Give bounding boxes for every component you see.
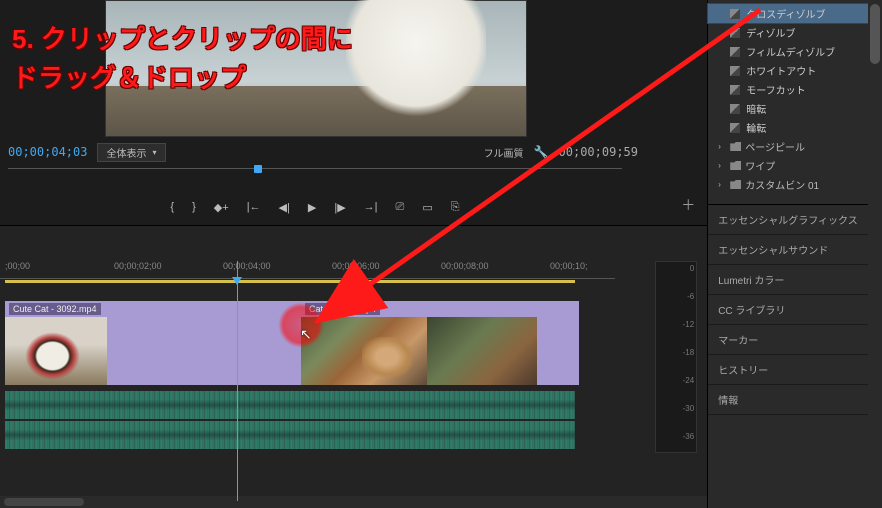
effect-item[interactable]: ホワイトアウト (708, 61, 882, 80)
audio-track-a2[interactable] (5, 421, 575, 449)
effect-item[interactable]: ディゾルブ (708, 23, 882, 42)
audio-waveform (5, 391, 575, 419)
effect-item[interactable]: 輪転 (708, 118, 882, 137)
ruler-mark: 00;00;08;00 (441, 261, 489, 271)
chevron-right-icon: › (718, 161, 726, 170)
effect-icon (730, 104, 740, 114)
effect-icon (730, 28, 740, 38)
mark-in-button[interactable]: { (170, 201, 174, 213)
folder-label: ワイプ (745, 158, 775, 173)
effect-label: ディゾルブ (746, 25, 795, 40)
ruler-mark: ;00;00 (5, 261, 30, 271)
effect-label: 輪転 (746, 120, 766, 135)
scrub-bar[interactable] (8, 168, 622, 181)
zoom-fit-dropdown[interactable]: 全体表示 (97, 143, 165, 162)
time-ruler[interactable]: ;00;00 00;00;02;00 00;00;04;00 00;00;06;00 0… (0, 261, 615, 279)
timecode-duration: 00;00;09;59 (559, 145, 638, 159)
ruler-mark: 00;00;02;00 (114, 261, 162, 271)
effect-folder[interactable]: › ページピール (708, 137, 882, 156)
effect-label: モーフカット (746, 82, 805, 97)
cursor-icon: ↖ (300, 326, 312, 343)
timecode-current[interactable]: 00;00;04;03 (8, 145, 87, 159)
add-marker-button[interactable]: ◆+ (214, 201, 229, 214)
level-tick: -24 (683, 376, 695, 385)
level-tick: -18 (683, 348, 695, 357)
folder-label: ページピール (745, 139, 805, 154)
export-frame-button[interactable]: ⎘ (451, 201, 460, 214)
panel-tab[interactable]: エッセンシャルグラフィックス (708, 205, 882, 235)
effect-folder[interactable]: › ワイプ (708, 156, 882, 175)
annotation-text: 5. クリップとクリップの間に ドラッグ＆ドロップ (12, 20, 353, 98)
timeline-playhead[interactable] (237, 261, 238, 501)
folder-icon (730, 161, 741, 170)
ruler-mark: 00;00;10; (550, 261, 588, 271)
lift-button[interactable]: ⎚ (396, 201, 405, 214)
clip-thumbnail (427, 317, 537, 385)
video-clip-2[interactable]: Cat - 32033.mp4 (301, 301, 579, 385)
effect-item[interactable]: フィルムディゾルブ (708, 42, 882, 61)
scrub-playhead[interactable] (254, 165, 262, 173)
step-back-button[interactable]: ◀| (279, 201, 290, 214)
button-editor-add[interactable]: ＋ (681, 195, 695, 215)
step-forward-button[interactable]: |▶ (334, 201, 345, 214)
panel-tab[interactable]: CC ライブラリ (708, 295, 882, 325)
level-tick: -6 (687, 292, 694, 301)
play-button[interactable]: ▶ (308, 201, 316, 214)
timeline-scrollbar-h[interactable] (0, 496, 707, 508)
level-tick: 0 (690, 264, 694, 273)
settings-icon[interactable]: 🔧 (534, 145, 549, 159)
goto-out-button[interactable]: →| (364, 201, 378, 213)
effect-icon (730, 66, 740, 76)
panel-tab[interactable]: エッセンシャルサウンド (708, 235, 882, 265)
folder-icon (730, 142, 741, 151)
transport-controls: { } ◆+ |← ◀| ▶ |▶ →| ⎚ ▭ ⎘ (0, 195, 630, 219)
chevron-right-icon: › (718, 142, 726, 151)
level-tick: -36 (683, 432, 695, 441)
folder-label: カスタムビン 01 (745, 177, 819, 192)
audio-track-a1[interactable] (5, 391, 575, 419)
panel-tab[interactable]: ヒストリー (708, 355, 882, 385)
chevron-right-icon: › (718, 180, 726, 189)
ruler-mark: 00;00;04;00 (223, 261, 271, 271)
clip-thumbnail (5, 317, 107, 385)
effect-item[interactable]: モーフカット (708, 80, 882, 99)
timeline-panel: ;00;00 00;00;02;00 00;00;04;00 00;00;06;00 0… (0, 225, 707, 508)
audio-level-meter: 0 -6 -12 -18 -24 -30 -36 (655, 261, 697, 453)
video-clip-gap[interactable] (107, 301, 301, 385)
audio-waveform (5, 421, 575, 449)
effect-icon (730, 9, 740, 19)
effects-scrollbar-v[interactable] (868, 0, 882, 508)
effect-icon (730, 85, 740, 95)
work-area-bar[interactable] (5, 280, 575, 283)
extract-button[interactable]: ▭ (422, 201, 432, 214)
resolution-dropdown[interactable]: フル画質 (484, 145, 524, 160)
panel-tab[interactable]: 情報 (708, 385, 882, 415)
level-tick: -30 (683, 404, 695, 413)
level-tick: -12 (683, 320, 695, 329)
effect-label: 暗転 (746, 101, 766, 116)
panel-tab[interactable]: マーカー (708, 325, 882, 355)
mark-out-button[interactable]: } (192, 201, 196, 213)
clip-label: Cute Cat - 3092.mp4 (9, 303, 101, 315)
effect-icon (730, 123, 740, 133)
effect-label: ホワイトアウト (746, 63, 816, 78)
effects-panel: クロスディゾルブディゾルブフィルムディゾルブホワイトアウトモーフカット暗転輪転 ›… (707, 0, 882, 508)
custom-bin[interactable]: › カスタムビン 01 (708, 175, 882, 194)
folder-icon (730, 180, 741, 189)
effect-icon (730, 47, 740, 57)
effect-label: クロスディゾルブ (746, 6, 825, 21)
effect-label: フィルムディゾルブ (746, 44, 835, 59)
effect-item[interactable]: クロスディゾルブ (708, 4, 882, 23)
ruler-mark: 00;00;06;00 (332, 261, 380, 271)
effect-item[interactable]: 暗転 (708, 99, 882, 118)
goto-in-button[interactable]: |← (247, 201, 261, 213)
panel-tab[interactable]: Lumetri カラー (708, 265, 882, 295)
video-clip-1[interactable]: Cute Cat - 3092.mp4 (5, 301, 107, 385)
